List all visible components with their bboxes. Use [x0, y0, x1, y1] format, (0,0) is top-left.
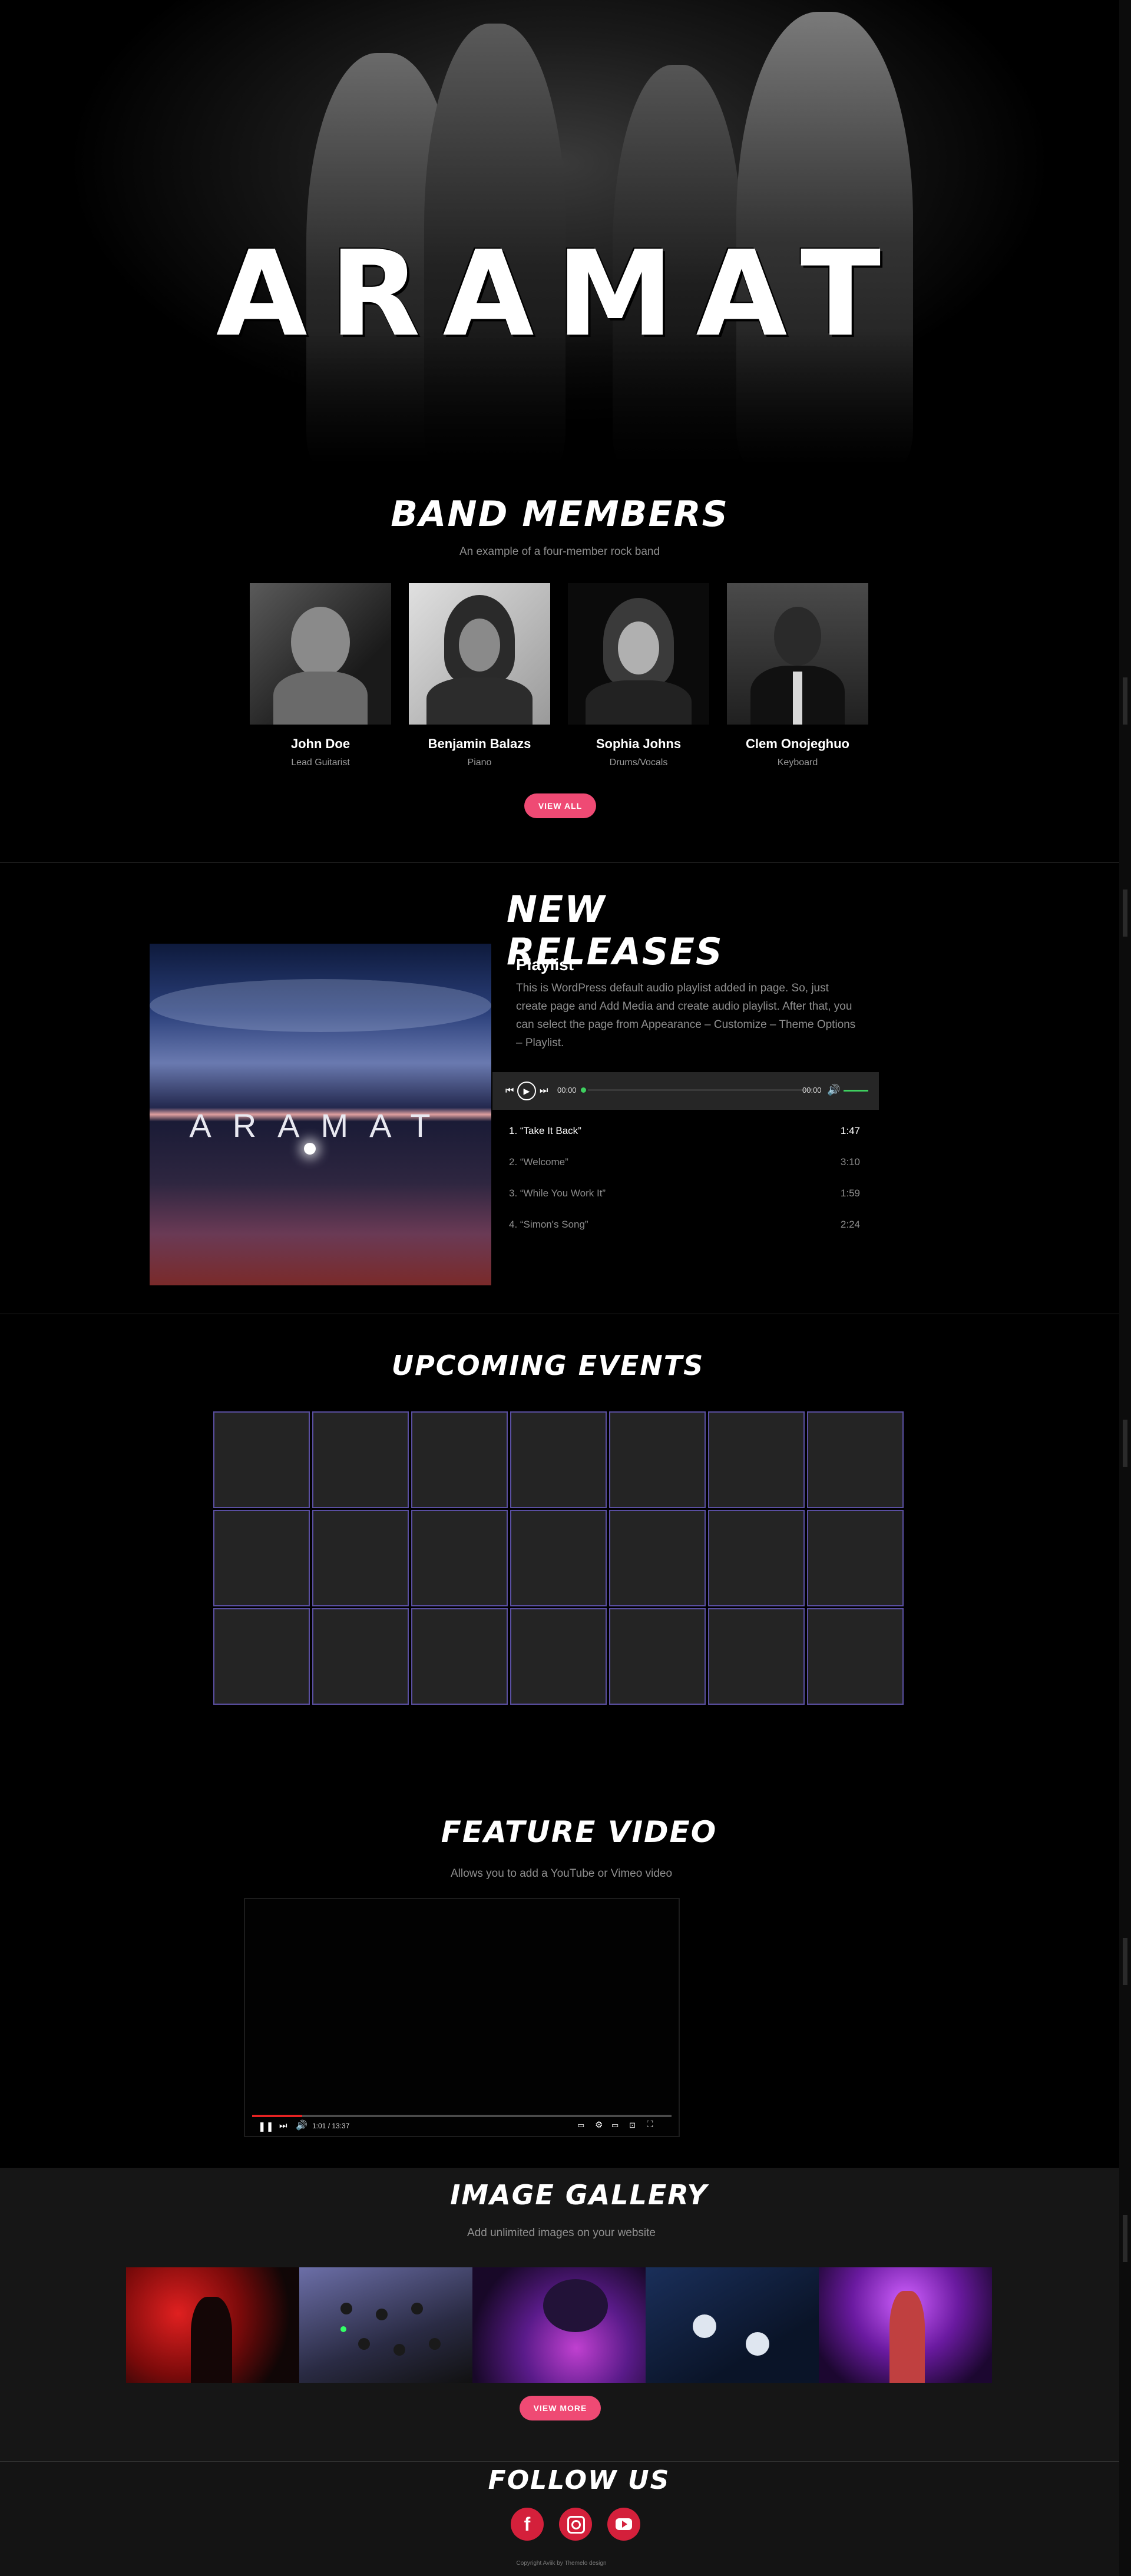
member-photo-benjamin-balazs[interactable]	[409, 583, 550, 725]
calendar-day-cell[interactable]	[510, 1608, 607, 1705]
calendar-day-cell[interactable]	[411, 1608, 508, 1705]
volume-icon[interactable]: 🔊	[827, 1084, 840, 1096]
total-time: 00:00	[802, 1086, 822, 1094]
member-role: Piano	[467, 758, 492, 768]
member-name: Benjamin Balazs	[428, 736, 531, 751]
member-name: John Doe	[290, 736, 350, 751]
current-time: 00:00	[557, 1086, 577, 1094]
hero-banner: ARAMAT	[0, 0, 1119, 465]
video-progress-track[interactable]	[252, 2115, 672, 2117]
upcoming-events-heading: Upcoming Events	[391, 1350, 705, 1381]
copyright-text: Copyright Aviik by Themelo design	[516, 2560, 607, 2567]
album-title: ARAMAT	[189, 1107, 452, 1144]
image-gallery-heading: Image Gallery	[450, 2179, 708, 2211]
member-photo-john-doe[interactable]	[250, 583, 391, 725]
volume-slider[interactable]	[844, 1090, 868, 1092]
gallery-image-dj-turntable[interactable]	[472, 2267, 646, 2383]
band-members-subtitle: An example of a four-member rock band	[459, 545, 660, 558]
gallery-image-earphones[interactable]	[646, 2267, 819, 2383]
member-name: Sophia Johns	[596, 736, 682, 751]
next-video-icon[interactable]: ⏭	[279, 2121, 287, 2131]
playlist-description: This is WordPress default audio playlist…	[516, 982, 856, 1049]
feature-video-heading: Feature Video	[441, 1815, 717, 1849]
member-role: Keyboard	[777, 758, 818, 768]
theater-mode-icon[interactable]: ▭	[611, 2121, 619, 2130]
calendar-day-cell[interactable]	[708, 1411, 805, 1508]
calendar-day-cell[interactable]	[609, 1608, 706, 1705]
band-members-heading: Band Members	[391, 494, 729, 535]
gallery-image-singer[interactable]	[126, 2267, 299, 2383]
calendar-day-cell[interactable]	[609, 1510, 706, 1606]
gallery-image-mixer[interactable]	[299, 2267, 472, 2383]
video-time: 1:01 / 13:37	[312, 2122, 350, 2130]
captions-icon[interactable]: ▭	[577, 2121, 584, 2130]
calendar-day-cell[interactable]	[411, 1411, 508, 1508]
instagram-icon[interactable]	[559, 2508, 592, 2541]
calendar-day-cell[interactable]	[807, 1510, 904, 1606]
member-name: Clem Onojeghuo	[746, 736, 849, 751]
calendar-day-cell[interactable]	[312, 1510, 409, 1606]
member-photo-sophia-johns[interactable]	[568, 583, 709, 725]
calendar-day-cell[interactable]	[609, 1411, 706, 1508]
album-cover[interactable]: ARAMAT	[150, 944, 491, 1285]
facebook-icon[interactable]: f	[511, 2508, 544, 2541]
settings-icon[interactable]: ⚙	[595, 2119, 603, 2130]
fullscreen-icon[interactable]: ⛶	[647, 2119, 653, 2129]
member-role: Lead Guitarist	[291, 758, 350, 768]
member-role: Drums/Vocals	[609, 758, 668, 768]
youtube-icon[interactable]	[607, 2508, 640, 2541]
audio-player: ⏮ ▶ ⏭ 00:00 00:00 🔊	[492, 1072, 879, 1110]
calendar-day-cell[interactable]	[411, 1510, 508, 1606]
calendar-day-cell[interactable]	[708, 1608, 805, 1705]
gallery-image-performer[interactable]	[819, 2267, 992, 2383]
events-calendar-grid	[213, 1411, 906, 1705]
play-button[interactable]: ▶	[517, 1082, 536, 1100]
pause-icon[interactable]: ❚❚	[258, 2121, 274, 2132]
view-all-button[interactable]: VIEW ALL	[524, 793, 596, 818]
page-scrollbar[interactable]	[1119, 0, 1131, 2576]
calendar-day-cell[interactable]	[807, 1411, 904, 1508]
calendar-day-cell[interactable]	[510, 1411, 607, 1508]
previous-track-icon[interactable]: ⏮	[505, 1085, 516, 1097]
calendar-day-cell[interactable]	[807, 1608, 904, 1705]
band-logo-title: ARAMAT	[216, 226, 904, 363]
progress-knob[interactable]	[581, 1087, 586, 1093]
calendar-day-cell[interactable]	[213, 1510, 310, 1606]
view-more-button[interactable]: VIEW MORE	[520, 2396, 601, 2420]
feature-video-subtitle: Allows you to add a YouTube or Vimeo vid…	[450, 1867, 673, 1880]
cast-icon[interactable]: ⊡	[629, 2121, 636, 2130]
video-player[interactable]: ❚❚ ⏭ 🔊 1:01 / 13:37 ▭ ⚙ ▭ ⊡ ⛶	[244, 1898, 680, 2137]
calendar-day-cell[interactable]	[510, 1510, 607, 1606]
mute-icon[interactable]: 🔊	[296, 2119, 307, 2131]
video-progress-fill	[252, 2115, 303, 2117]
progress-track[interactable]	[588, 1089, 812, 1091]
next-track-icon[interactable]: ⏭	[540, 1085, 550, 1097]
section-divider	[0, 862, 1119, 863]
calendar-day-cell[interactable]	[213, 1608, 310, 1705]
calendar-day-cell[interactable]	[312, 1411, 409, 1508]
calendar-day-cell[interactable]	[312, 1608, 409, 1705]
playlist-title: Playlist	[516, 955, 574, 974]
section-divider	[0, 2461, 1119, 2462]
calendar-day-cell[interactable]	[213, 1411, 310, 1508]
calendar-day-cell[interactable]	[708, 1510, 805, 1606]
image-gallery-subtitle: Add unlimited images on your website	[467, 2227, 656, 2239]
follow-us-heading: Follow Us	[488, 2465, 670, 2495]
member-photo-clem-onojeghuo[interactable]	[727, 583, 868, 725]
